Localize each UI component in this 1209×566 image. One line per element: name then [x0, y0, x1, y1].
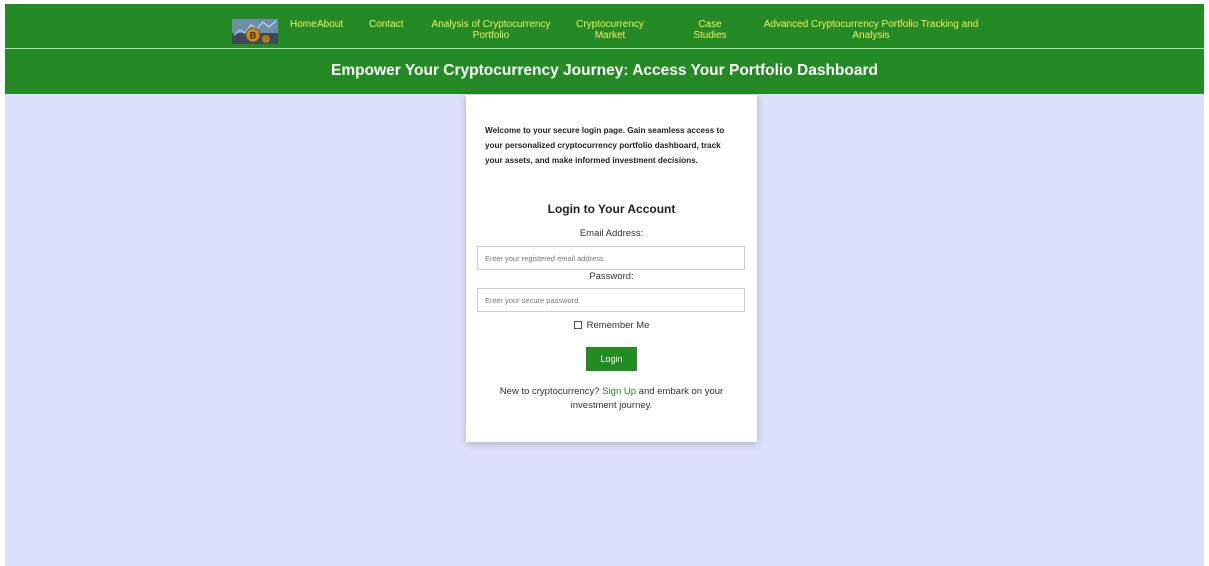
remember-me-row: Remember Me — [466, 320, 757, 331]
nav-market-line2: Market — [594, 30, 626, 41]
login-button[interactable]: Login — [586, 347, 637, 371]
nav-case-studies-link[interactable]: Case Studies — [692, 19, 728, 41]
nav-analysis-link[interactable]: Analysis of Cryptocurrency Portfolio — [428, 19, 554, 41]
top-nav: B Home About Contact Analysis of Cryptoc… — [5, 4, 1204, 48]
svg-text:B: B — [250, 31, 257, 41]
signup-link[interactable]: Sign Up — [602, 386, 636, 397]
nav-case-studies-line2: Studies — [693, 30, 727, 41]
remember-me-label[interactable]: Remember Me — [587, 320, 650, 331]
nav-contact-link[interactable]: Contact — [369, 19, 403, 30]
bitcoin-logo-icon[interactable]: B — [232, 19, 278, 44]
password-field[interactable] — [477, 288, 745, 312]
nav-analysis-line2: Portfolio — [472, 30, 510, 41]
nav-advanced-line1: Advanced Cryptocurrency Portfolio Tracki… — [763, 19, 979, 30]
nav-market-link[interactable]: Cryptocurrency Market — [575, 19, 645, 41]
remember-me-checkbox[interactable] — [573, 321, 582, 329]
header-divider — [5, 48, 1204, 49]
page-background: B Home About Contact Analysis of Cryptoc… — [5, 4, 1204, 566]
nav-market-line1: Cryptocurrency — [576, 19, 644, 30]
nav-about-link[interactable]: About — [317, 19, 343, 30]
welcome-message: Welcome to your secure login page. Gain … — [485, 126, 725, 165]
nav-analysis-line1: Analysis of Cryptocurrency — [431, 19, 551, 30]
password-label: Password: — [589, 271, 634, 282]
nav-home-link[interactable]: Home — [290, 19, 317, 30]
nav-case-studies-line1: Case — [698, 19, 722, 30]
site-header: B Home About Contact Analysis of Cryptoc… — [5, 4, 1204, 94]
signup-prefix: New to cryptocurrency? — [499, 386, 603, 397]
nav-advanced-line2: Analysis — [852, 30, 890, 41]
page-title: Empower Your Cryptocurrency Journey: Acc… — [331, 62, 878, 79]
signup-prompt: New to cryptocurrency? Sign Up and embar… — [492, 385, 731, 413]
login-heading: Login to Your Account — [547, 202, 676, 216]
login-card: Welcome to your secure login page. Gain … — [466, 95, 757, 442]
nav-advanced-tracking-link[interactable]: Advanced Cryptocurrency Portfolio Tracki… — [758, 19, 984, 41]
email-field[interactable] — [477, 246, 745, 270]
email-label: Email Address: — [579, 228, 644, 239]
